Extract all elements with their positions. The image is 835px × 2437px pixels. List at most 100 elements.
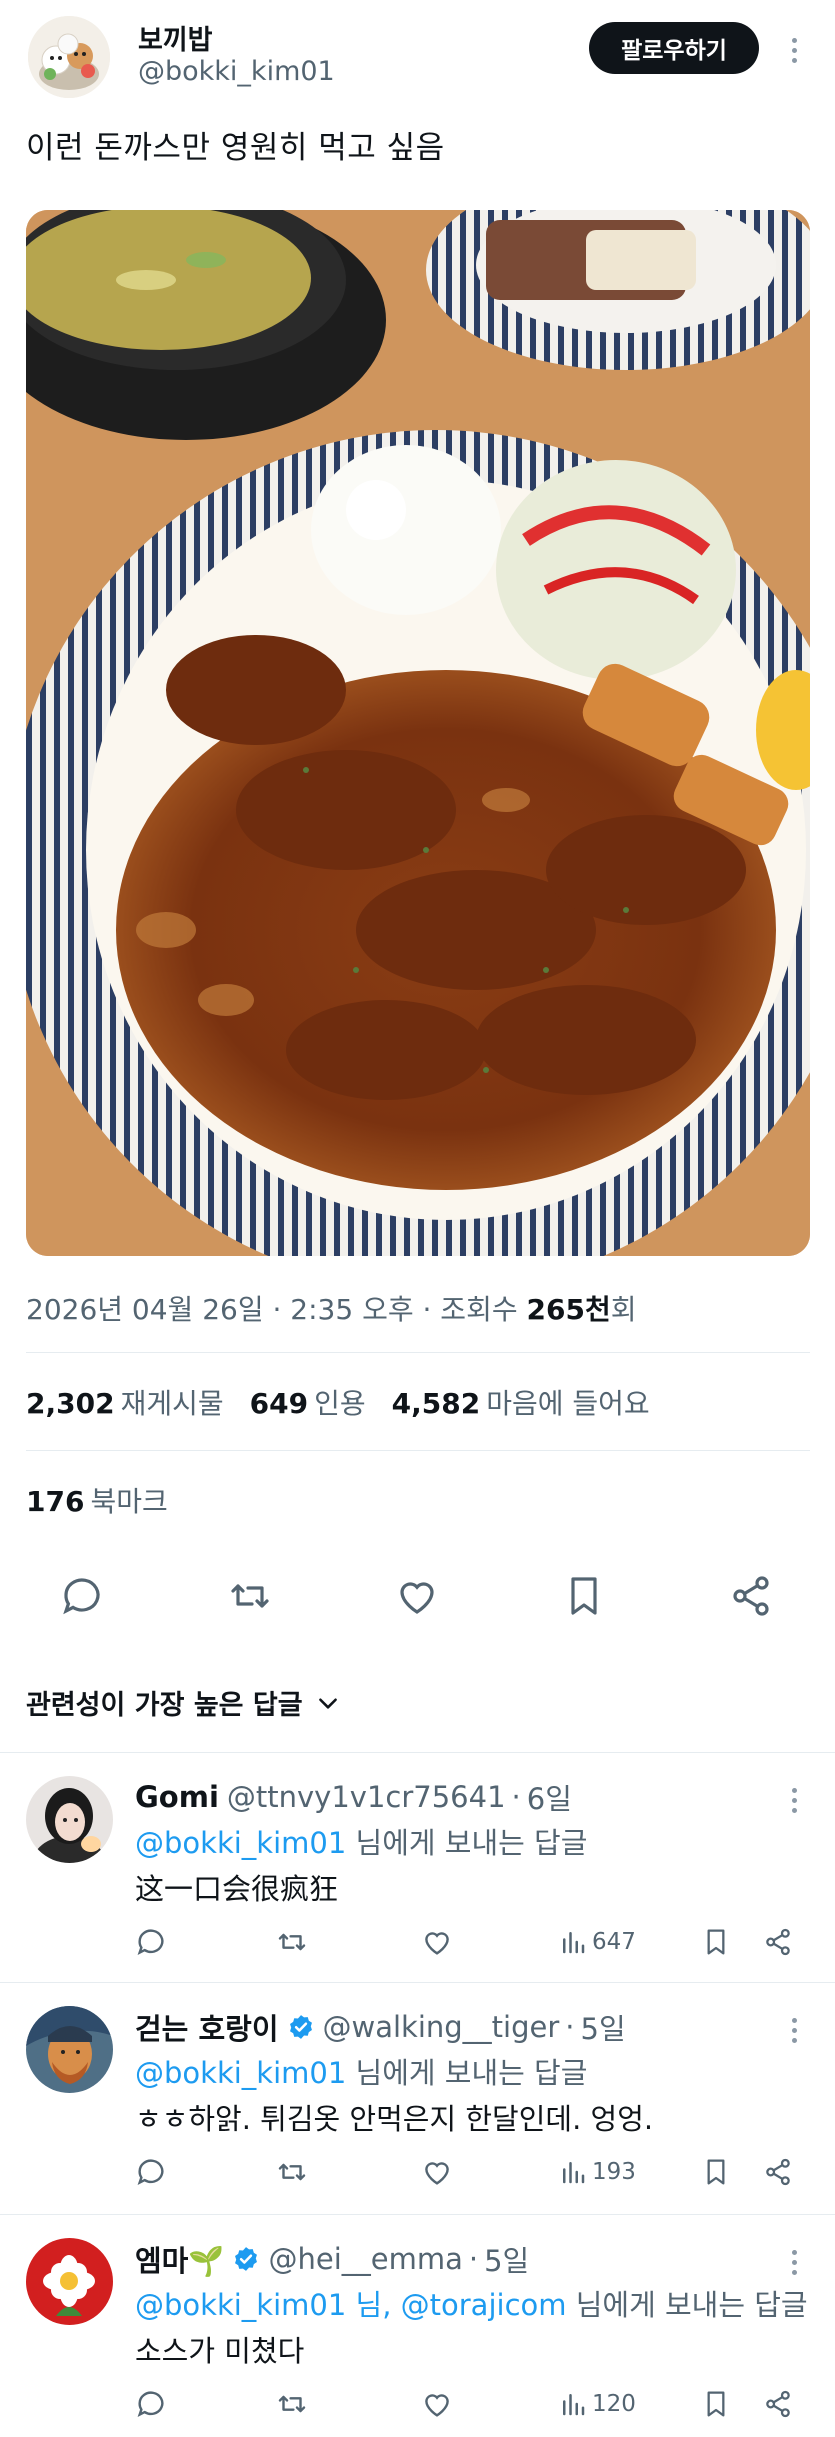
retweets-stat[interactable]: 2,302 재게시물	[26, 1382, 224, 1422]
reply-item[interactable]: 걷는 호랑이 @walking__tiger · 5일 @bokki_kim01…	[0, 1982, 835, 2214]
heart-icon	[425, 2394, 449, 2417]
author-avatar[interactable]	[28, 16, 110, 98]
replying-to: @bokki_kim01 님에게 보내는 답글	[135, 2050, 587, 2092]
heart-icon	[425, 1932, 449, 1955]
share-button[interactable]	[762, 2386, 794, 2422]
bookmarks-count: 176	[26, 1485, 85, 1518]
author-handle[interactable]: @bokki_kim01	[138, 56, 335, 87]
tweet-stats: 2,302 재게시물 649 인용 4,582 마음에 들어요	[26, 1382, 650, 1422]
tweet-text: 이런 돈까스만 영원히 먹고 싶음	[26, 130, 445, 166]
reply-icon	[137, 1929, 164, 1956]
share-icon	[766, 2158, 790, 2186]
heart-icon[interactable]	[393, 1572, 441, 1620]
quotes-stat[interactable]: 649 인용	[250, 1382, 366, 1422]
heart-icon	[425, 2162, 449, 2185]
share-icon	[766, 2390, 790, 2418]
more-options-icon[interactable]	[784, 38, 804, 63]
reply-button[interactable]	[134, 2386, 168, 2422]
likes-count: 4,582	[391, 1387, 481, 1420]
retweet-icon[interactable]	[226, 1572, 274, 1620]
reply-time[interactable]: 5일	[484, 2238, 529, 2280]
retweet-button[interactable]	[275, 2154, 309, 2190]
mention-link[interactable]: @bokki_kim01	[135, 2056, 346, 2090]
bookmark-button[interactable]	[700, 1924, 732, 1960]
follow-button[interactable]: 팔로우하기	[589, 22, 759, 74]
separator-dot: ·	[565, 2010, 575, 2044]
bookmark-icon	[707, 2159, 725, 2185]
reply-text: 소스가 미쳤다	[135, 2334, 305, 2368]
more-options-icon[interactable]	[784, 1788, 804, 1813]
retweet-icon	[278, 2395, 306, 2413]
analytics-icon	[563, 1932, 585, 1954]
bookmark-icon	[707, 2391, 725, 2417]
reply-author-name[interactable]: Gomi	[135, 1780, 219, 1814]
reply-sort-dropdown[interactable]: 관련성이 가장 높은 답글	[26, 1683, 341, 1722]
views-count: 120	[592, 2391, 636, 2417]
reply-action-bar: 193	[0, 2154, 835, 2194]
likes-label: 마음에 들어요	[486, 1387, 650, 1420]
retweet-button[interactable]	[275, 1924, 309, 1960]
reply-text: 这一口会很疯狂	[135, 1872, 339, 1906]
mention-link[interactable]: @bokki_kim01	[135, 2288, 346, 2322]
separator-dot: ·	[511, 1780, 521, 1814]
like-button[interactable]	[420, 2154, 454, 2190]
avatar[interactable]	[26, 2006, 113, 2093]
bookmarks-label: 북마크	[90, 1485, 168, 1518]
views-count: 193	[592, 2159, 636, 2185]
reply-action-bar: 120	[0, 2386, 835, 2426]
reply-time[interactable]: 6일	[527, 1776, 572, 1818]
reply-icon	[137, 2159, 164, 2186]
tweet-meta: 2026년 04월 26일 · 2:35 오후 · 조회수 265천회	[26, 1288, 636, 1328]
reply-button[interactable]	[134, 1924, 168, 1960]
reply-time[interactable]: 5일	[581, 2006, 626, 2048]
reply-text: ㅎㅎ하앍. 튀김옷 안먹은지 한달인데. 엉엉.	[135, 2102, 654, 2136]
bookmark-icon[interactable]	[560, 1572, 608, 1620]
reply-to-suffix: 님에게 보내는 답글	[346, 1826, 588, 1860]
more-options-icon[interactable]	[784, 2250, 804, 2275]
reply-author-handle[interactable]: @hei__emma	[268, 2242, 462, 2276]
retweet-icon	[278, 1933, 306, 1951]
reply-author-name[interactable]: 걷는 호랑이	[135, 2006, 279, 2048]
reply-author-name[interactable]: 엠마🌱	[135, 2238, 224, 2280]
reply-item[interactable]: Gomi @ttnvy1v1cr75641 · 6일 @bokki_kim01 …	[0, 1752, 835, 1982]
analytics-icon	[563, 2162, 585, 2184]
share-button[interactable]	[762, 1924, 794, 1960]
views-prefix: · 조회수	[413, 1293, 527, 1326]
bookmark-button[interactable]	[700, 2386, 732, 2422]
divider	[26, 1352, 810, 1353]
reply-action-bar: 647	[0, 1924, 835, 1964]
share-button[interactable]	[762, 2154, 794, 2190]
bookmark-button[interactable]	[700, 2154, 732, 2190]
like-button[interactable]	[420, 2386, 454, 2422]
retweets-label: 재게시물	[120, 1387, 224, 1420]
retweet-icon	[278, 2163, 306, 2181]
reply-author-handle[interactable]: @ttnvy1v1cr75641	[227, 1780, 506, 1814]
avatar[interactable]	[26, 1776, 113, 1863]
replying-to: @bokki_kim01 님에게 보내는 답글	[135, 1820, 587, 1862]
more-options-icon[interactable]	[784, 2018, 804, 2043]
mention-link[interactable]: @bokki_kim01	[135, 1826, 346, 1860]
mention-link-extra[interactable]: 님, @torajicom	[346, 2288, 567, 2322]
quotes-label: 인용	[314, 1387, 366, 1420]
avatar[interactable]	[26, 2238, 113, 2325]
separator-dot: ·	[468, 2242, 479, 2276]
tweet-detail-page: 보끼밥 @bokki_kim01 팔로우하기 이런 돈까스만 영원히 먹고 싶음	[0, 0, 835, 2437]
reply-author-handle[interactable]: @walking__tiger	[323, 2010, 560, 2044]
views-button[interactable]: 193	[558, 2154, 636, 2190]
replying-to: @bokki_kim01 님, @torajicom 님에게 보내는 답글	[135, 2282, 808, 2324]
retweet-button[interactable]	[275, 2386, 309, 2422]
reply-icon[interactable]	[58, 1572, 106, 1620]
like-button[interactable]	[420, 1924, 454, 1960]
likes-stat[interactable]: 4,582 마음에 들어요	[392, 1382, 650, 1422]
tweet-photo[interactable]	[26, 210, 810, 1256]
bookmarks-stat[interactable]: 176 북마크	[26, 1480, 168, 1520]
views-button[interactable]: 120	[558, 2386, 636, 2422]
author-name[interactable]: 보끼밥	[138, 18, 213, 57]
tweet-datetime[interactable]: 2026년 04월 26일 · 2:35 오후	[26, 1293, 414, 1326]
share-icon[interactable]	[727, 1572, 775, 1620]
reply-to-suffix: 님에게 보내는 답글	[566, 2288, 808, 2322]
reply-button[interactable]	[134, 2154, 168, 2190]
reply-item[interactable]: 엠마🌱 @hei__emma · 5일 @bokki_kim01 님, @tor…	[0, 2214, 835, 2437]
views-button[interactable]: 647	[558, 1924, 636, 1960]
sort-label: 관련성이 가장 높은 답글	[26, 1690, 303, 1721]
